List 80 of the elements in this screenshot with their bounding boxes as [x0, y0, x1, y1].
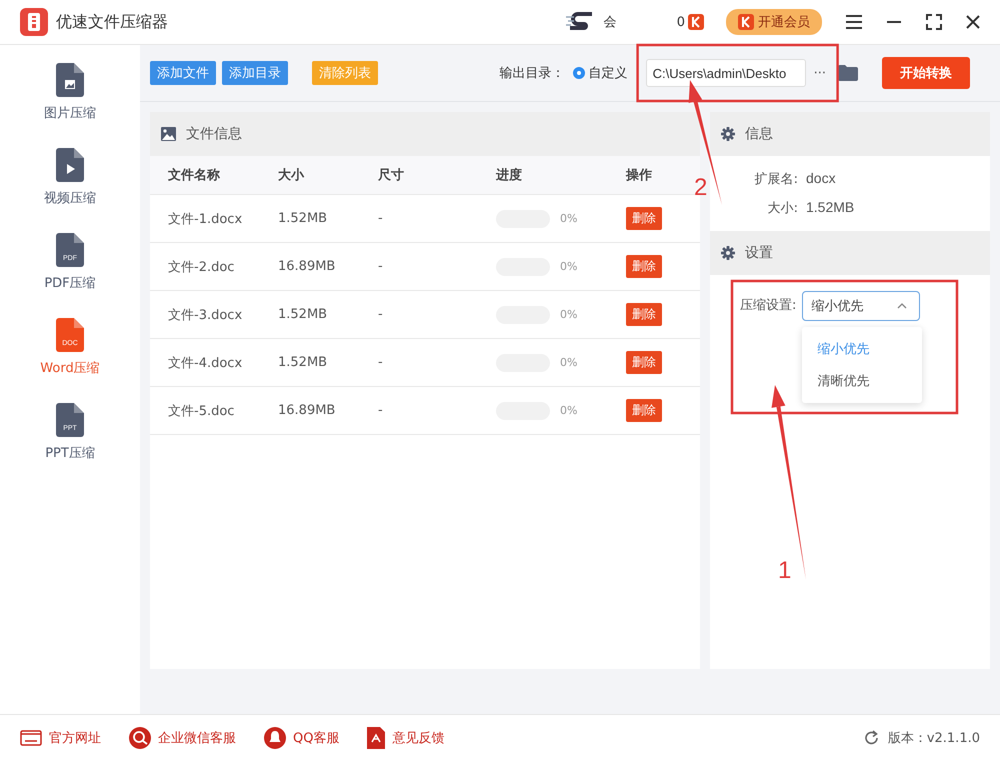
column-header: 进度: [496, 166, 523, 184]
annotation-number: 2: [694, 174, 708, 201]
window-title: 优速文件压缩器: [56, 12, 168, 32]
column-header: 操作: [626, 167, 653, 184]
annotation-number: 1: [778, 557, 792, 584]
table-cell-text: -: [378, 307, 384, 322]
field-label: 扩展名:: [754, 171, 798, 188]
menu-icon[interactable]: [846, 15, 862, 29]
document-icon: [367, 726, 386, 748]
version-text: 版本：v2.1.1.0: [888, 730, 980, 746]
website-icon: [20, 730, 42, 746]
delete-button[interactable]: 删除: [626, 399, 662, 422]
maximize-icon[interactable]: [926, 14, 942, 30]
delete-button[interactable]: 删除: [626, 255, 662, 278]
panel-title: 信息: [745, 125, 773, 143]
vip-button[interactable]: 开通会员: [726, 9, 822, 35]
coin-count: 0: [676, 14, 685, 30]
footer-link[interactable]: 意见反馈: [367, 726, 444, 748]
progress-reading: 0%: [560, 404, 578, 417]
chat-icon: [129, 726, 151, 748]
radio-button[interactable]: [572, 67, 585, 79]
penguin-icon: [264, 726, 286, 748]
path-field[interactable]: C:\Users\admin\Deskto: [646, 59, 806, 87]
table-cell-text: 文件-2.doc: [168, 258, 236, 276]
progress-reading: 0%: [560, 212, 578, 225]
vip-icon: [738, 14, 754, 30]
table-cell-text: 1.52MB: [278, 307, 328, 322]
compression-select[interactable]: 缩小优先: [802, 291, 920, 321]
settings-icon: [721, 246, 735, 260]
toolbar-button[interactable]: 添加目录: [222, 61, 288, 85]
table-cell-text: 1.52MB: [278, 355, 328, 370]
table-cell-text: -: [378, 403, 384, 418]
table-cell-text: -: [378, 355, 384, 370]
coin-icon: [688, 14, 704, 30]
delete-button[interactable]: 删除: [626, 207, 662, 230]
panel-title: 设置: [745, 244, 773, 262]
table-cell-text: 文件-3.docx: [168, 306, 244, 324]
field-label: 压缩设置:: [740, 297, 796, 315]
table-cell-text: 文件-1.docx: [168, 210, 244, 228]
footer-link[interactable]: 官方网址: [20, 728, 101, 746]
output-directory-label: 输出目录：: [500, 65, 565, 82]
caret-icon: [897, 303, 908, 309]
table-cell-text: 16.89MB: [278, 259, 336, 274]
column-header: 大小: [278, 167, 306, 184]
footer-link[interactable]: 企业微信客服: [129, 726, 236, 748]
sidebar-item[interactable]: 视频压缩: [44, 148, 96, 233]
progress-reading: 0%: [560, 260, 578, 273]
close-icon[interactable]: [966, 15, 980, 29]
footer-link[interactable]: QQ客服: [264, 726, 340, 748]
radio-label: 自定义: [588, 65, 628, 82]
table-cell-text: 文件-5.doc: [168, 402, 236, 420]
member-text: 会: [604, 14, 617, 31]
app-logo-icon: [20, 8, 48, 36]
file-icon: [56, 63, 84, 97]
table-cell-text: 文件-4.docx: [168, 354, 244, 372]
folder-icon[interactable]: [838, 65, 858, 81]
toolbar-button[interactable]: 添加文件: [150, 61, 216, 85]
sidebar-item[interactable]: 图片压缩: [44, 63, 96, 148]
table-cell-text: 1.52MB: [278, 211, 328, 226]
column-header: 文件名称: [168, 166, 221, 184]
delete-button[interactable]: 删除: [626, 303, 662, 326]
progress-reading: 0%: [560, 356, 578, 369]
picture-icon: [161, 127, 176, 141]
dropdown-option[interactable]: 清晰优先: [802, 365, 922, 397]
progress-reading: 0%: [560, 308, 578, 321]
table-cell-text: 16.89MB: [278, 403, 336, 418]
dropdown-option[interactable]: 缩小优先: [802, 333, 922, 365]
settings-icon: [721, 127, 735, 141]
field-value: docx: [806, 170, 836, 188]
field-label: 大小:: [766, 200, 798, 217]
table-cell-text: -: [378, 211, 384, 226]
more-button[interactable]: ···: [814, 66, 826, 80]
refresh-icon: [864, 730, 880, 746]
panel-title: 文件信息: [186, 125, 242, 143]
table-cell-text: -: [378, 259, 384, 274]
column-header: 尺寸: [378, 167, 405, 184]
delete-button[interactable]: 删除: [626, 351, 662, 374]
field-value: 1.52MB: [806, 199, 854, 217]
start-button[interactable]: 开始转换: [882, 57, 970, 89]
file-icon: [56, 148, 84, 182]
